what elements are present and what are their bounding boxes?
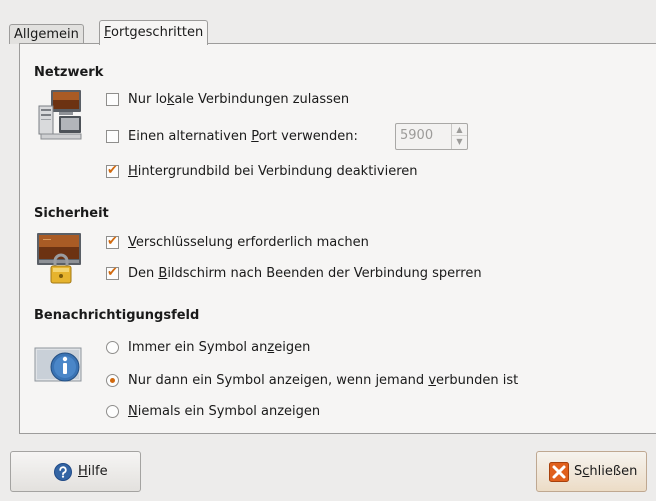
require-encryption-label: Verschlüsselung erforderlich machen <box>128 234 369 250</box>
require-encryption-checkbox[interactable] <box>106 233 119 250</box>
option-never-show-icon[interactable]: Niemals ein Symbol anzeigen <box>106 400 320 422</box>
screen-lock-icon <box>36 230 82 292</box>
tab-fortgeschritten-label: Fortgeschritten <box>104 25 204 40</box>
option-disable-background[interactable]: Hintergrundbild bei Verbindung deaktivie… <box>106 160 418 182</box>
disable-background-checkbox[interactable] <box>106 162 119 179</box>
local-connections-label: Nur lokale Verbindungen zulassen <box>128 91 350 107</box>
spin-up-icon[interactable]: ▲ <box>452 124 467 136</box>
network-computers-icon <box>37 88 83 144</box>
tab-fortgeschritten[interactable]: Fortgeschritten <box>99 20 209 45</box>
section-title-benachrichtigungsfeld: Benachrichtigungsfeld <box>34 308 200 323</box>
lock-screen-checkbox[interactable] <box>106 264 119 281</box>
port-value: 5900 <box>400 128 434 143</box>
close-icon <box>549 461 569 482</box>
help-icon <box>54 462 72 481</box>
help-button-label: Hilfe <box>78 464 108 479</box>
port-spin-buttons: ▲ ▼ <box>451 124 467 149</box>
close-button-label: Schließen <box>574 464 638 479</box>
always-show-icon-label: Immer ein Symbol anzeigen <box>128 339 311 355</box>
lock-screen-label: Den Bildschirm nach Beenden der Verbindu… <box>128 265 482 281</box>
local-connections-checkbox[interactable] <box>106 92 119 106</box>
option-show-when-connected[interactable]: Nur dann ein Symbol anzeigen, wenn jeman… <box>106 369 518 391</box>
section-title-netzwerk: Netzwerk <box>34 65 104 80</box>
never-show-icon-label: Niemals ein Symbol anzeigen <box>128 403 321 419</box>
show-when-connected-label: Nur dann ein Symbol anzeigen, wenn jeman… <box>128 372 519 388</box>
tab-allgemein-label: Allgemein <box>14 27 79 42</box>
alternative-port-label: Einen alternativen Port verwenden: <box>128 128 358 144</box>
option-alternative-port[interactable]: Einen alternativen Port verwenden: <box>106 125 358 147</box>
help-button[interactable]: Hilfe <box>10 451 141 492</box>
option-lock-screen[interactable]: Den Bildschirm nach Beenden der Verbindu… <box>106 262 482 284</box>
option-local-connections[interactable]: Nur lokale Verbindungen zulassen <box>106 88 349 110</box>
section-title-sicherheit: Sicherheit <box>34 206 109 221</box>
disable-background-label: Hintergrundbild bei Verbindung deaktivie… <box>128 163 418 179</box>
port-spinbutton[interactable]: 5900 ▲ ▼ <box>395 123 468 150</box>
close-button[interactable]: Schließen <box>536 451 647 492</box>
option-require-encryption[interactable]: Verschlüsselung erforderlich machen <box>106 231 369 253</box>
option-always-show-icon[interactable]: Immer ein Symbol anzeigen <box>106 336 310 358</box>
advanced-panel: Netzwerk Nur lokale Verbindungen zulasse… <box>19 43 656 434</box>
show-when-connected-radio[interactable] <box>106 373 119 387</box>
info-icon <box>34 345 84 389</box>
tab-allgemein[interactable]: Allgemein <box>9 24 84 44</box>
never-show-icon-radio[interactable] <box>106 404 119 418</box>
always-show-icon-radio[interactable] <box>106 340 119 354</box>
spin-down-icon[interactable]: ▼ <box>452 136 467 148</box>
alternative-port-checkbox[interactable] <box>106 129 119 143</box>
